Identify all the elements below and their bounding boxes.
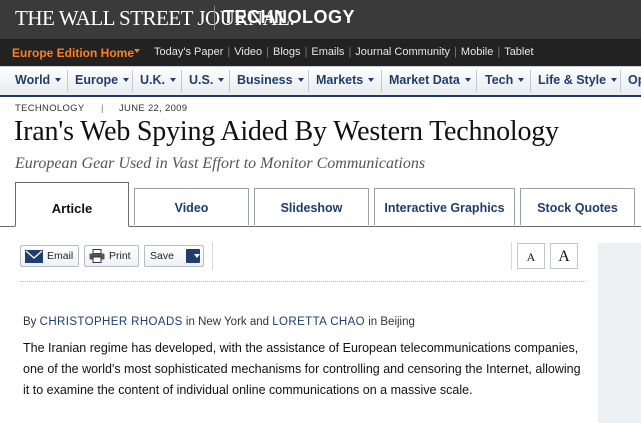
todays-paper-link[interactable]: Today's Paper xyxy=(150,46,227,58)
masthead-divider xyxy=(214,6,215,30)
author-link-chao[interactable]: LORETTA CHAO xyxy=(272,316,365,328)
print-button[interactable]: Print xyxy=(84,245,139,267)
font-increase-button[interactable]: A xyxy=(550,243,578,269)
tab-interactive-graphics[interactable]: Interactive Graphics xyxy=(374,188,515,225)
edition-home-link[interactable]: Europe Edition Home xyxy=(12,46,134,60)
byline: By CHRISTOPHER RHOADS in New York and LO… xyxy=(23,316,415,328)
font-decrease-button[interactable]: A xyxy=(517,243,545,269)
video-link[interactable]: Video xyxy=(230,46,266,58)
article-subheadline: European Gear Used in Vast Effort to Mon… xyxy=(15,155,426,172)
tab-video[interactable]: Video xyxy=(134,188,249,225)
tab-article[interactable]: Article xyxy=(15,182,129,227)
article-body-paragraph: The Iranian regime has developed, with t… xyxy=(23,341,581,397)
blogs-link[interactable]: Blogs xyxy=(269,46,305,58)
chevron-down-icon xyxy=(368,78,375,82)
nav-item-life-style[interactable]: Life & Style xyxy=(538,73,618,87)
tab-slideshow[interactable]: Slideshow xyxy=(254,188,369,225)
nav-item-business[interactable]: Business xyxy=(237,73,304,87)
utility-bar: Europe Edition Home Today's Paper | Video… xyxy=(0,39,641,66)
tab-stock-quotes[interactable]: Stock Quotes xyxy=(520,188,635,225)
chevron-down-icon xyxy=(55,78,62,82)
main-nav: World Europe U.K. U.S. Business Markets … xyxy=(0,66,641,97)
tablet-link[interactable]: Tablet xyxy=(500,46,537,58)
save-dropdown[interactable] xyxy=(186,249,200,263)
author-link-rhoads[interactable]: CHRISTOPHER RHOADS xyxy=(40,316,183,328)
nav-item-opinion[interactable]: Op xyxy=(628,73,641,87)
nav-item-uk[interactable]: U.K. xyxy=(140,73,176,87)
printer-icon xyxy=(89,249,105,263)
edition-dropdown-icon[interactable] xyxy=(134,49,140,53)
nav-item-us[interactable]: U.S. xyxy=(189,73,225,87)
save-button[interactable]: Save xyxy=(144,245,204,267)
chevron-down-icon xyxy=(194,254,200,258)
email-button[interactable]: Email xyxy=(20,245,79,267)
chevron-down-icon xyxy=(123,78,130,82)
chevron-down-icon xyxy=(170,78,176,82)
kicker-section[interactable]: TECHNOLOGY xyxy=(15,103,85,114)
nav-item-europe[interactable]: Europe xyxy=(75,73,130,87)
right-column xyxy=(598,243,641,423)
toolbar-divider xyxy=(20,281,586,282)
section-title[interactable]: TECHNOLOGY xyxy=(223,7,355,28)
nav-item-world[interactable]: World xyxy=(15,73,62,87)
article-headline: Iran's Web Spying Aided By Western Techn… xyxy=(14,116,559,147)
chevron-down-icon xyxy=(518,78,525,82)
article-kicker: TECHNOLOGY | JUNE 22, 2009 xyxy=(15,103,188,114)
chevron-down-icon xyxy=(218,78,225,82)
utility-links: Today's Paper | Video | Blogs | Emails | Jou… xyxy=(150,46,538,58)
mobile-link[interactable]: Mobile xyxy=(457,46,497,58)
masthead: THE WALL STREET JOURNAL. TECHNOLOGY xyxy=(0,0,641,39)
journal-community-link[interactable]: Journal Community xyxy=(351,46,454,58)
chevron-down-icon xyxy=(297,78,304,82)
nav-item-market-data[interactable]: Market Data xyxy=(389,73,471,87)
article-date: JUNE 22, 2009 xyxy=(119,103,188,114)
emails-link[interactable]: Emails xyxy=(307,46,348,58)
nav-item-markets[interactable]: Markets xyxy=(316,73,375,87)
chevron-down-icon xyxy=(611,78,618,82)
envelope-icon xyxy=(25,249,43,263)
nav-item-tech[interactable]: Tech xyxy=(485,73,525,87)
chevron-down-icon xyxy=(464,78,471,82)
